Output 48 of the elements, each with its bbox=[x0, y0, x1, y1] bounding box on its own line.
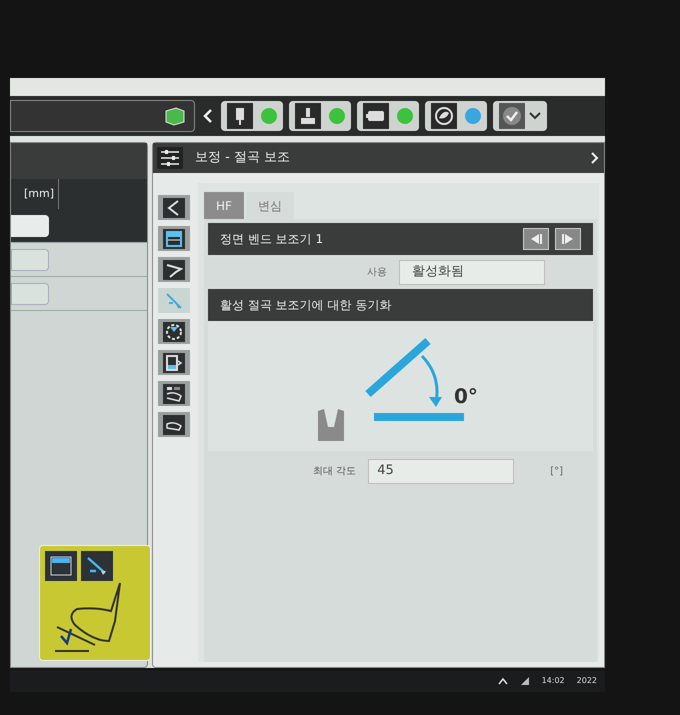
sheet-icon bbox=[163, 384, 185, 404]
side-tool-button[interactable] bbox=[158, 195, 190, 220]
check-icon bbox=[499, 103, 525, 129]
previous-icon bbox=[529, 233, 543, 245]
next-button[interactable] bbox=[555, 228, 581, 250]
field-label: 최대 각도 bbox=[313, 464, 356, 478]
sheet-icon bbox=[163, 414, 185, 434]
door-icon bbox=[163, 352, 185, 372]
taskbar-time[interactable]: 14:02 bbox=[542, 675, 565, 687]
rotation-icon bbox=[163, 322, 185, 342]
status-item[interactable] bbox=[425, 101, 487, 131]
input-field[interactable] bbox=[11, 214, 49, 236]
chevron-up-icon[interactable] bbox=[498, 677, 508, 685]
panel-icon bbox=[163, 228, 185, 248]
status-field[interactable]: 활성화됨 bbox=[399, 260, 545, 284]
side-tool-button[interactable] bbox=[158, 226, 190, 251]
section-title: 활성 절곡 보조기에 대한 동기화 bbox=[220, 297, 392, 314]
angle-icon bbox=[163, 198, 185, 218]
side-tool-button[interactable] bbox=[158, 381, 190, 406]
max-angle-field[interactable]: 45 bbox=[368, 458, 514, 484]
status-item[interactable] bbox=[289, 101, 351, 131]
side-tool-button[interactable] bbox=[158, 412, 190, 437]
chevron-left-icon[interactable] bbox=[201, 108, 215, 124]
input-field[interactable] bbox=[11, 282, 49, 304]
settings-sliders-icon bbox=[157, 147, 183, 169]
leaf-icon bbox=[434, 106, 454, 126]
status-menu-button[interactable] bbox=[493, 101, 547, 131]
taskbar-date[interactable]: 2022 bbox=[576, 675, 597, 687]
chevron-right-icon[interactable] bbox=[590, 151, 600, 165]
chevron-down-icon bbox=[529, 111, 541, 121]
unit-label: [°] bbox=[550, 464, 563, 478]
press-icon bbox=[298, 106, 318, 126]
side-tool-button[interactable] bbox=[158, 257, 190, 282]
panel-title: 보정 - 절곡 보조 bbox=[195, 149, 292, 168]
previous-button[interactable] bbox=[523, 228, 549, 250]
status-item[interactable] bbox=[221, 101, 283, 131]
tool-icon bbox=[163, 260, 185, 280]
network-icon[interactable] bbox=[520, 676, 530, 686]
section-title: 정면 벤드 보조기 1 bbox=[220, 231, 324, 248]
input-field[interactable] bbox=[11, 248, 49, 270]
next-icon bbox=[561, 233, 575, 245]
angle-label: 0° bbox=[454, 383, 478, 410]
status-item[interactable] bbox=[357, 101, 419, 131]
cube-icon bbox=[164, 106, 186, 126]
input-field[interactable] bbox=[10, 100, 195, 132]
field-label: 사용 bbox=[367, 266, 387, 280]
side-tool-button[interactable] bbox=[158, 319, 190, 344]
side-tool-button[interactable] bbox=[158, 350, 190, 375]
